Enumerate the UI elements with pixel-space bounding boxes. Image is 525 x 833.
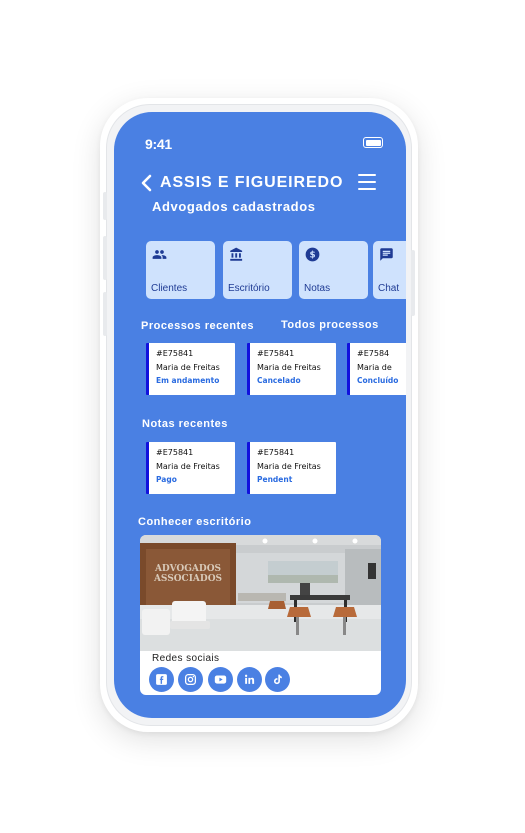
phone-side-button [103, 236, 107, 280]
process-id: #E7584 [357, 349, 390, 358]
note-card[interactable]: #E75841 Maria de Freitas Pendent [247, 442, 336, 494]
clients-tile[interactable]: Clientes [146, 241, 215, 299]
process-id: #E75841 [257, 349, 295, 358]
dollar-icon: $ [305, 247, 320, 262]
app-screen: 9:41 ASSIS E FIGUEIREDO Advogados cadast… [114, 112, 406, 718]
recent-processes-heading: Processos recentes [141, 320, 254, 332]
recent-notes-heading: Notas recentes [142, 418, 228, 430]
facebook-icon [156, 674, 167, 685]
tile-label: Chat [378, 283, 400, 294]
phone-side-button [411, 250, 415, 316]
phone-side-button [103, 292, 107, 336]
svg-text:$: $ [309, 251, 315, 261]
app-title: ASSIS E FIGUEIREDO [160, 174, 344, 191]
back-arrow-icon[interactable] [140, 174, 154, 192]
tile-label: Notas [304, 283, 331, 294]
client-name: Maria de Freitas [257, 462, 321, 471]
note-id: #E75841 [257, 448, 295, 457]
office-tile[interactable]: Escritório [223, 241, 292, 299]
process-card[interactable]: #E75841 Maria de Freitas Cancelado [247, 343, 336, 395]
process-status: Cancelado [257, 376, 301, 385]
note-id: #E75841 [156, 448, 194, 457]
status-time: 9:41 [145, 136, 172, 152]
process-status: Concluído [357, 376, 399, 385]
notes-tile[interactable]: $ Notas [299, 241, 368, 299]
youtube-button[interactable] [208, 667, 233, 692]
shortcut-tiles: Clientes Escritório $ Notas Chat [146, 241, 406, 301]
process-card[interactable]: #E7584 Maria de Concluído [347, 343, 406, 395]
client-name: Maria de Freitas [156, 363, 220, 372]
linkedin-button[interactable] [237, 667, 262, 692]
office-sign-line1: ADVOGADOS [154, 564, 221, 574]
hamburger-menu-icon[interactable] [358, 174, 376, 191]
note-card[interactable]: #E75841 Maria de Freitas Pago [146, 442, 235, 494]
office-sign-line2: ASSOCIADOS [153, 574, 222, 584]
youtube-icon [214, 675, 227, 684]
process-id: #E75841 [156, 349, 194, 358]
instagram-icon [184, 673, 197, 686]
social-heading: Redes sociais [152, 653, 220, 664]
chat-tile[interactable]: Chat [373, 241, 406, 299]
office-card: ADVOGADOS ASSOCIADOS Redes sociais [140, 535, 381, 695]
client-name: Maria de Freitas [156, 462, 220, 471]
client-name: Maria de [357, 363, 392, 372]
linkedin-icon [244, 674, 255, 684]
recent-notes-list: #E75841 Maria de Freitas Pago #E75841 Ma… [146, 442, 346, 496]
office-photo[interactable]: ADVOGADOS ASSOCIADOS [140, 535, 381, 651]
tiktok-icon [273, 674, 282, 685]
note-status: Pago [156, 475, 177, 484]
phone-side-button [103, 192, 107, 220]
people-icon [152, 250, 167, 259]
note-status: Pendent [257, 475, 293, 484]
all-processes-link[interactable]: Todos processos [281, 319, 379, 331]
battery-icon [363, 137, 383, 148]
recent-processes-list: #E75841 Maria de Freitas Em andamento #E… [146, 343, 406, 397]
lawyers-link[interactable]: Advogados cadastrados [152, 199, 316, 214]
process-status: Em andamento [156, 376, 220, 385]
tiktok-button[interactable] [265, 667, 290, 692]
instagram-button[interactable] [178, 667, 203, 692]
office-heading: Conhecer escritório [138, 516, 252, 528]
facebook-button[interactable] [149, 667, 174, 692]
process-card[interactable]: #E75841 Maria de Freitas Em andamento [146, 343, 235, 395]
bank-icon [230, 247, 243, 261]
tile-label: Escritório [228, 283, 270, 294]
client-name: Maria de Freitas [257, 363, 321, 372]
chat-icon [380, 248, 393, 261]
tile-label: Clientes [151, 283, 188, 294]
